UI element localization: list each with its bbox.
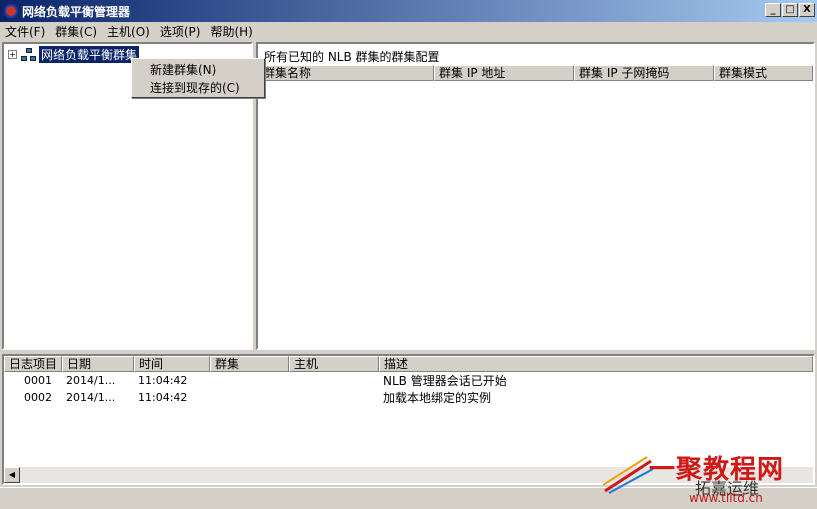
log-date: 2014/1... <box>66 374 116 387</box>
watermark-logo: 一聚教程网 拓嘉运维 www.tlltd.cn <box>603 447 813 507</box>
watermark-url: www.tlltd.cn <box>689 491 763 505</box>
log-time: 11:04:42 <box>138 391 188 404</box>
context-menu: 新建群集(N) 连接到现存的(C) <box>131 58 265 98</box>
column-description[interactable]: 描述 <box>379 356 813 372</box>
menu-bar: 文件(F) 群集(C) 主机(O) 选项(P) 帮助(H) <box>0 22 817 41</box>
column-cluster-mode[interactable]: 群集模式 <box>714 65 813 81</box>
cluster-icon <box>21 47 37 62</box>
brush-streak-icon <box>603 456 654 494</box>
tree-root-label[interactable]: 网络负载平衡群集 <box>39 46 140 63</box>
menu-cluster[interactable]: 群集(C) <box>50 23 102 40</box>
menu-connect-existing[interactable]: 连接到现存的(C) <box>132 79 264 97</box>
log-row[interactable]: 0001 2014/1... 11:04:42 NLB 管理器会话已开始 <box>4 373 679 389</box>
menu-help[interactable]: 帮助(H) <box>205 23 257 40</box>
column-cluster-subnet[interactable]: 群集 IP 子网掩码 <box>574 65 714 81</box>
log-host <box>289 373 379 389</box>
column-host[interactable]: 主机 <box>289 356 379 372</box>
log-table-header: 日志项目 日期 时间 群集 主机 描述 <box>4 356 813 372</box>
menu-options[interactable]: 选项(P) <box>155 23 206 40</box>
close-button[interactable]: X <box>799 3 815 17</box>
expand-icon[interactable]: + <box>8 50 17 59</box>
window-title: 网络负载平衡管理器 <box>22 4 131 19</box>
log-time: 11:04:42 <box>138 374 188 387</box>
log-host <box>289 390 379 406</box>
column-cluster-name[interactable]: 群集名称 <box>258 65 434 81</box>
log-entry-id: 0001 <box>24 374 52 387</box>
column-date[interactable]: 日期 <box>62 356 134 372</box>
pane-title: 所有已知的 NLB 群集的群集配置 <box>264 50 440 64</box>
cluster-table-header: 群集名称 群集 IP 地址 群集 IP 子网掩码 群集模式 <box>258 65 813 81</box>
window-controls: _ □ X <box>765 3 815 17</box>
log-entry-id: 0002 <box>24 391 52 404</box>
column-cluster-ip[interactable]: 群集 IP 地址 <box>434 65 574 81</box>
menu-host[interactable]: 主机(O) <box>102 23 155 40</box>
scroll-left-icon[interactable]: ◀ <box>4 467 20 483</box>
tree-root-item[interactable]: + 网络负载平衡群集 <box>8 46 140 63</box>
log-cluster <box>210 373 289 389</box>
app-icon <box>4 4 18 18</box>
menu-new-cluster[interactable]: 新建群集(N) <box>132 61 264 79</box>
minimize-button[interactable]: _ <box>765 3 781 17</box>
cluster-config-pane: 所有已知的 NLB 群集的群集配置 群集名称 群集 IP 地址 群集 IP 子网… <box>256 42 815 350</box>
log-date: 2014/1... <box>66 391 116 404</box>
log-description: NLB 管理器会话已开始 <box>383 374 507 388</box>
title-bar: 网络负载平衡管理器 _ □ X <box>0 0 817 22</box>
log-description: 加载本地绑定的实例 <box>383 391 492 405</box>
column-log-entry[interactable]: 日志项目 <box>4 356 62 372</box>
column-time[interactable]: 时间 <box>134 356 210 372</box>
log-row[interactable]: 0002 2014/1... 11:04:42 加载本地绑定的实例 <box>4 390 679 406</box>
maximize-button[interactable]: □ <box>782 3 798 17</box>
menu-file[interactable]: 文件(F) <box>0 23 50 40</box>
log-cluster <box>210 390 289 406</box>
column-cluster[interactable]: 群集 <box>210 356 289 372</box>
